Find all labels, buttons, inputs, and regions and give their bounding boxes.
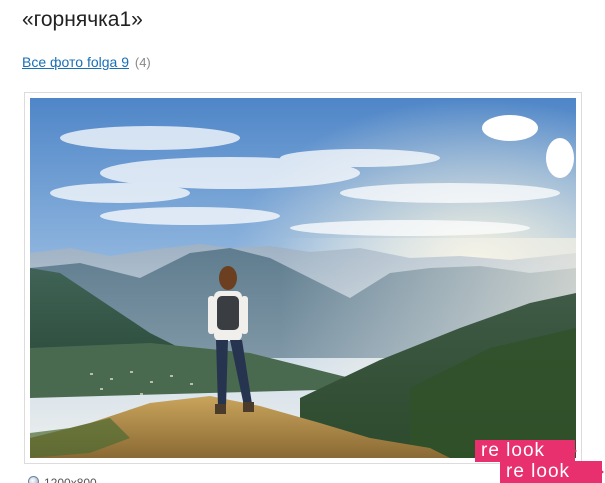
relook-watermark-line2: re look (500, 461, 602, 483)
photo-count: (4) (134, 55, 151, 70)
all-photos-link[interactable]: Все фото folga 9 (22, 54, 129, 70)
relook-watermark-line1: re look (475, 440, 575, 462)
image-size-line[interactable]: 1200x800 (28, 476, 97, 483)
photo-frame (24, 92, 582, 464)
album-line: Все фото folga 9 (4) (22, 54, 151, 70)
photo-title: «горнячка1» (22, 8, 143, 31)
image-size-text: 1200x800 (44, 476, 97, 483)
mountain-landscape-image (30, 98, 576, 458)
main-photo[interactable] (30, 98, 576, 458)
watermark-arrow-shape (590, 461, 604, 483)
photo-page: «горнячка1» Все фото folga 9 (4) re look… (0, 0, 605, 483)
zoom-icon (28, 476, 39, 483)
watermark-arrow-shape (563, 440, 577, 462)
